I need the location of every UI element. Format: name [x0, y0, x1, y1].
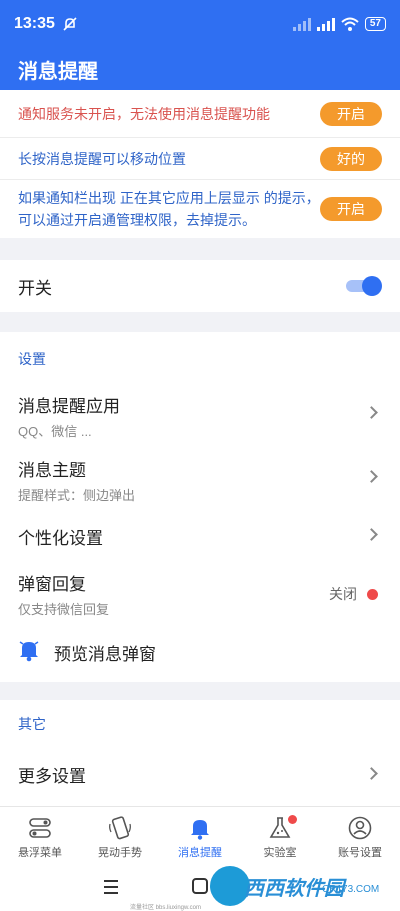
- page-title: 消息提醒: [0, 48, 400, 90]
- preview-label: 预览消息弹窗: [54, 645, 156, 664]
- tab-label: 晃动手势: [98, 847, 142, 859]
- tab-label: 悬浮菜单: [18, 847, 62, 859]
- tab-label: 账号设置: [338, 847, 382, 859]
- popup-reply-state[interactable]: 关闭: [329, 584, 378, 604]
- account-icon: [347, 815, 373, 841]
- setting-title: 弹窗回复: [18, 575, 86, 594]
- ok-button[interactable]: 好的: [320, 146, 382, 171]
- tab-lab[interactable]: 实验室: [240, 807, 320, 864]
- notice-list: 通知服务未开启，无法使用消息提醒功能 开启 长按消息提醒可以移动位置 好的 如果…: [0, 90, 400, 238]
- setting-personalization[interactable]: 个性化设置: [0, 524, 400, 549]
- tab-shake-gesture[interactable]: 晃动手势: [80, 807, 160, 864]
- setting-message-apps[interactable]: 消息提醒应用 QQ、微信 ...: [0, 392, 400, 440]
- setting-message-theme[interactable]: 消息主题 提醒样式：侧边弹出: [0, 456, 400, 504]
- signal-icon: [316, 17, 335, 31]
- other-section: 其它 更多设置: [0, 700, 400, 806]
- wifi-icon: [341, 17, 359, 31]
- setting-title: 更多设置: [18, 767, 86, 786]
- setting-subtitle: QQ、微信 ...: [18, 424, 92, 439]
- section-title-settings: 设置: [18, 351, 46, 367]
- bell-muted-icon: [63, 17, 77, 31]
- tab-account-settings[interactable]: 账号设置: [320, 807, 400, 864]
- notice-text: 长按消息提醒可以移动位置: [18, 150, 186, 167]
- master-toggle[interactable]: [346, 276, 382, 296]
- tab-message-reminder[interactable]: 消息提醒: [160, 807, 240, 864]
- shake-phone-icon: [107, 815, 133, 841]
- toggle-menu-icon: [27, 815, 53, 841]
- tab-label: 实验室: [263, 847, 297, 859]
- more-settings-row[interactable]: 更多设置: [0, 762, 400, 787]
- master-switch-row[interactable]: 开关: [0, 260, 400, 312]
- notice-text: 通知服务未开启，无法使用消息提醒功能: [18, 105, 270, 122]
- bell-icon: [187, 815, 213, 841]
- section-title-other: 其它: [18, 716, 46, 732]
- notice-text: 如果通知栏出现 正在其它应用上层显示 的提示，可以通过开启通管理权限，去掉提示。: [18, 190, 320, 228]
- state-label: 关闭: [329, 586, 357, 602]
- preview-popup-row[interactable]: 预览消息弹窗: [18, 638, 156, 667]
- setting-title: 个性化设置: [18, 529, 103, 548]
- status-time: 13:35: [14, 15, 55, 32]
- notice-move-hint: 长按消息提醒可以移动位置 好的: [0, 138, 400, 180]
- enable-notification-button[interactable]: 开启: [320, 101, 382, 126]
- switch-label: 开关: [18, 278, 52, 298]
- footer-note: 流量社区 bbs.liuxingw.com: [130, 905, 202, 911]
- menu-icon[interactable]: [104, 880, 118, 898]
- notice-notification-service: 通知服务未开启，无法使用消息提醒功能 开启: [0, 90, 400, 138]
- setting-title: 消息提醒应用: [18, 397, 120, 416]
- status-bar: 13:35 57: [0, 0, 400, 48]
- status-dot: [367, 588, 378, 600]
- bottom-tab-bar: 悬浮菜单 晃动手势 消息提醒 实验室 账号设置: [0, 806, 400, 864]
- notification-badge: [288, 815, 297, 824]
- settings-section: 设置 消息提醒应用 QQ、微信 ... 消息主题 提醒样式：侧边弹出 个性化设置…: [0, 332, 400, 682]
- setting-subtitle: 仅支持微信回复: [18, 602, 110, 617]
- enable-permission-button[interactable]: 开启: [320, 197, 382, 221]
- setting-title: 消息主题: [18, 461, 86, 480]
- battery-indicator: 57: [364, 17, 386, 31]
- tab-floating-menu[interactable]: 悬浮菜单: [0, 807, 80, 864]
- bell-icon: [18, 638, 40, 667]
- home-icon[interactable]: [192, 878, 208, 894]
- watermark-logo: 西西软件园 CR173.COM: [210, 866, 390, 906]
- signal-weak-icon: [292, 17, 311, 31]
- tab-label: 消息提醒: [178, 847, 222, 859]
- setting-subtitle: 提醒样式：侧边弹出: [18, 488, 136, 503]
- notice-overlay-permission: 如果通知栏出现 正在其它应用上层显示 的提示，可以通过开启通管理权限，去掉提示。…: [0, 180, 400, 238]
- watermark-site: CR173.COM: [322, 884, 380, 895]
